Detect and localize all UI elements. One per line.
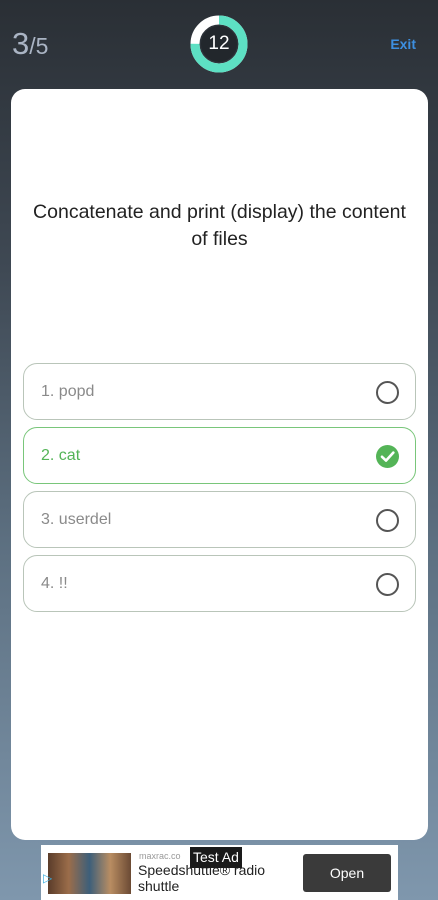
ad-image <box>48 853 131 894</box>
ad-banner[interactable]: ▷ maxrac.co Speedshuttle® radio shuttle … <box>41 845 398 900</box>
answer-option-label: 4. !! <box>41 574 68 592</box>
top-bar: 3/5 12 Exit <box>0 0 438 90</box>
ad-domain: maxrac.co <box>139 851 181 861</box>
answer-options: 1. popd 2. cat 3. userdel 4. !! <box>23 363 416 619</box>
check-circle-icon <box>376 445 399 468</box>
radio-unchecked-icon <box>376 509 399 532</box>
answer-option-3[interactable]: 3. userdel <box>23 491 416 548</box>
progress-current: 3 <box>12 26 30 61</box>
question-progress: 3/5 <box>12 26 48 64</box>
question-text: Concatenate and print (display) the cont… <box>33 201 406 250</box>
test-ad-badge: Test Ad <box>190 847 242 868</box>
ad-open-button[interactable]: Open <box>303 854 391 892</box>
progress-total: /5 <box>29 33 49 59</box>
exit-button[interactable]: Exit <box>390 36 416 52</box>
answer-option-2[interactable]: 2. cat <box>23 427 416 484</box>
question-card: Concatenate and print (display) the cont… <box>11 89 428 840</box>
radio-unchecked-icon <box>376 573 399 596</box>
answer-option-label: 2. cat <box>41 446 81 464</box>
answer-option-label: 1. popd <box>41 382 95 400</box>
answer-option-1[interactable]: 1. popd <box>23 363 416 420</box>
answer-option-4[interactable]: 4. !! <box>23 555 416 612</box>
radio-unchecked-icon <box>376 381 399 404</box>
answer-option-label: 3. userdel <box>41 510 112 528</box>
timer-value: 12 <box>208 33 230 54</box>
adchoices-icon[interactable]: ▷ <box>43 871 52 885</box>
countdown-timer: 12 <box>190 15 248 73</box>
